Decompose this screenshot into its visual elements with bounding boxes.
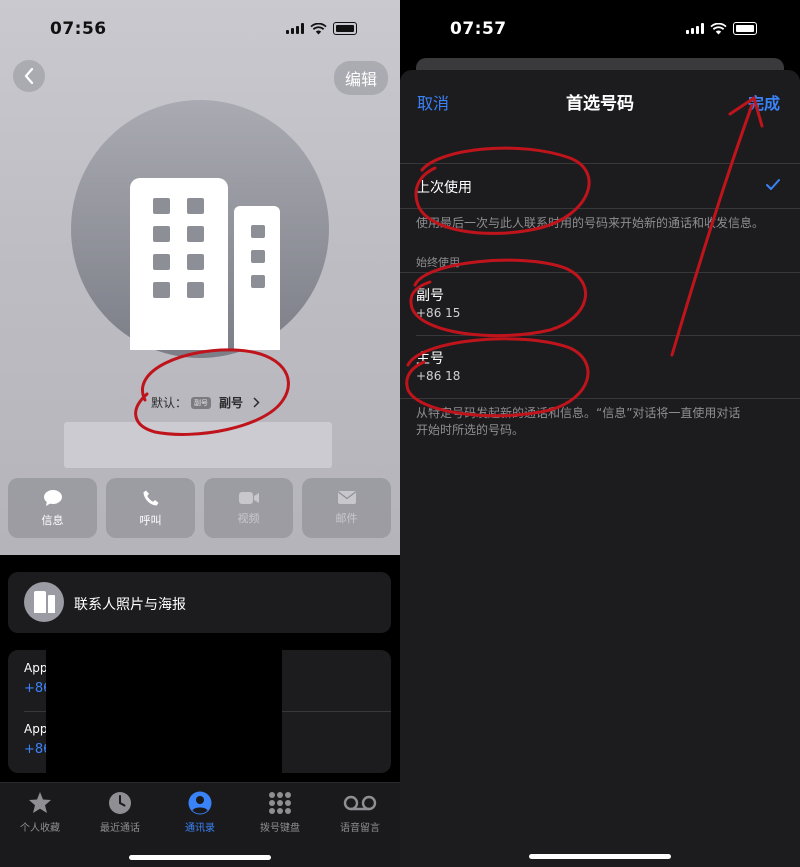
person-circle-icon: [188, 791, 212, 815]
keypad-icon: [269, 792, 291, 814]
footer-line-1: 从特定号码发起新的通话和信息。“信息”对话将一直使用对话: [416, 406, 741, 420]
call-label: 呼叫: [139, 513, 162, 527]
home-indicator[interactable]: [129, 855, 271, 860]
cellular-signal-icon: [686, 23, 704, 34]
sheet-title: 首选号码: [566, 94, 634, 114]
phone-icon: [143, 490, 158, 505]
status-time: 07:57: [450, 19, 507, 39]
edit-button[interactable]: 编辑: [334, 61, 389, 95]
done-button[interactable]: 完成: [748, 90, 780, 114]
video-label: 视频: [237, 511, 260, 525]
voicemail-icon: [343, 795, 377, 811]
option-primary-line[interactable]: 主号 +86 18: [400, 336, 800, 398]
tab-keypad-label: 拨号键盘: [260, 823, 300, 834]
mail-label: 邮件: [335, 512, 358, 525]
footer-description: 从特定号码发起新的通话和信息。“信息”对话将一直使用对话 开始时所选的号码。: [416, 404, 786, 438]
phone-label-1: App: [24, 661, 48, 675]
status-icons: [686, 22, 757, 35]
option-number: +86 15: [416, 306, 461, 320]
phone-label-2: App: [24, 722, 48, 736]
tab-voicemail[interactable]: 语音留言: [320, 791, 400, 834]
tab-favorites[interactable]: 个人收藏: [0, 791, 80, 834]
last-used-description: 使用最后一次与此人联系时用的号码来开始新的通话和收发信息。: [416, 216, 765, 230]
divider: [400, 398, 800, 399]
always-use-header: 始终使用: [416, 256, 460, 269]
video-button[interactable]: 视频: [204, 478, 293, 538]
action-buttons: 信息 呼叫 视频 邮件: [8, 478, 392, 538]
footer-line-2: 开始时所选的号码。: [416, 423, 525, 437]
battery-icon: [733, 22, 757, 35]
contact-avatar[interactable]: [71, 100, 329, 358]
checkmark-icon: [766, 179, 780, 190]
message-button[interactable]: 信息: [8, 478, 97, 538]
tab-contacts-label: 通讯录: [185, 823, 215, 834]
wifi-icon: [710, 22, 727, 34]
wifi-icon: [310, 22, 327, 34]
default-number-selector[interactable]: 默认： 副号 副号: [151, 394, 260, 411]
home-indicator[interactable]: [529, 854, 671, 859]
chevron-left-icon: [24, 68, 34, 84]
mail-icon: [337, 491, 356, 504]
message-label: 信息: [41, 513, 64, 527]
tab-bar: 个人收藏 最近通话 通讯录 拨号键盘 语音留言: [0, 782, 400, 867]
video-camera-icon: [238, 491, 259, 504]
divider: [400, 208, 800, 209]
tab-keypad[interactable]: 拨号键盘: [240, 791, 320, 834]
default-prefix: 默认：: [151, 396, 188, 410]
contact-poster-row[interactable]: 联系人照片与海报: [8, 572, 391, 633]
line-badge: 副号: [191, 396, 212, 409]
status-time: 07:56: [50, 19, 107, 39]
option-number: +86 18: [416, 369, 461, 383]
preferred-number-screen: 07:57 取消 首选号码 完成 上次使用 使用最后一次与此人联系时用的号码来开…: [400, 0, 800, 867]
mail-button[interactable]: 邮件: [302, 478, 391, 538]
call-button[interactable]: 呼叫: [106, 478, 195, 538]
message-bubble-icon: [43, 489, 62, 506]
back-button[interactable]: [13, 60, 45, 92]
cellular-signal-icon: [286, 23, 304, 34]
preferred-number-sheet: 取消 首选号码 完成 上次使用 使用最后一次与此人联系时用的号码来开始新的通话和…: [400, 70, 800, 867]
option-last-used[interactable]: 上次使用: [400, 164, 800, 208]
tab-contacts[interactable]: 通讯录: [160, 791, 240, 834]
chevron-right-icon: [253, 397, 260, 408]
redacted-area: [64, 422, 332, 468]
tab-favorites-label: 个人收藏: [20, 823, 60, 834]
last-used-label: 上次使用: [416, 180, 472, 196]
option-label: 副号: [416, 288, 444, 304]
contact-detail-screen: 07:56 编辑 默认： 副号 副号 信息 呼叫 视频 邮件 联系人照片与海报 …: [0, 0, 400, 867]
redacted-area: [46, 644, 282, 774]
status-icons: [286, 22, 357, 35]
option-secondary-line[interactable]: 副号 +86 15: [400, 273, 800, 335]
battery-icon: [333, 22, 357, 35]
star-icon: [29, 792, 51, 813]
tab-recents-label: 最近通话: [100, 823, 140, 834]
small-avatar: [24, 582, 64, 622]
option-label: 主号: [416, 351, 444, 367]
contact-poster-label: 联系人照片与海报: [74, 597, 186, 613]
default-value: 副号: [219, 396, 244, 410]
tab-recents[interactable]: 最近通话: [80, 791, 160, 834]
tab-voicemail-label: 语音留言: [340, 823, 380, 834]
clock-icon: [109, 792, 131, 814]
